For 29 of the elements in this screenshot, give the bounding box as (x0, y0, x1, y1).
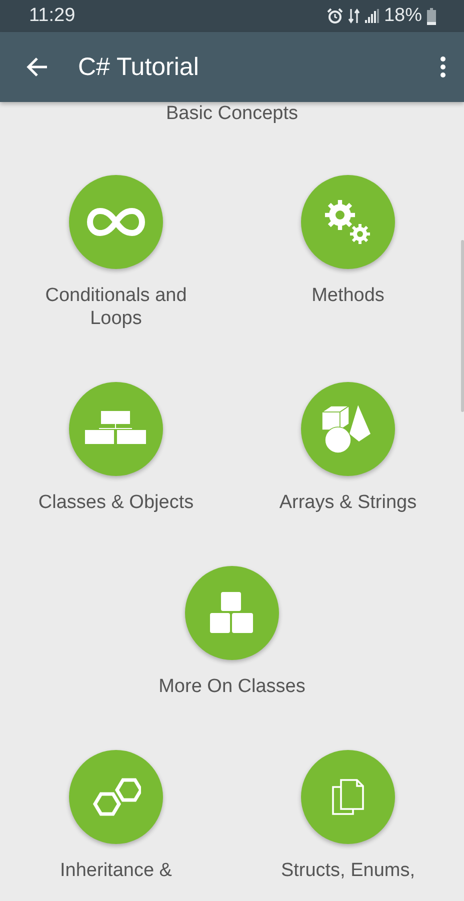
topic-label: Inheritance & (59, 859, 173, 882)
alarm-icon (326, 8, 343, 24)
section-heading: Basic Concepts (164, 103, 299, 125)
topic-label: Classes & Objects (37, 491, 195, 514)
topic-label: Structs, Enums, (280, 859, 416, 882)
topic-button[interactable] (301, 382, 395, 476)
more-options-icon[interactable] (440, 56, 446, 78)
data-transfer-icon (348, 8, 360, 24)
infinity-icon (86, 207, 146, 237)
status-time: 11:29 (29, 5, 76, 27)
topic-label: Arrays & Strings (278, 491, 418, 514)
topic-button[interactable] (69, 175, 163, 269)
topic-button[interactable] (69, 750, 163, 844)
stacked-blocks-icon (210, 592, 254, 634)
topic-label: Methods (310, 284, 386, 307)
app-title: C# Tutorial (78, 52, 200, 82)
hexagons-icon (91, 778, 141, 816)
topic-button[interactable] (301, 175, 395, 269)
topic-button[interactable] (185, 566, 279, 660)
battery-percent: 18% (384, 5, 422, 27)
topic-button[interactable] (69, 382, 163, 476)
topic-label: More On Classes (158, 675, 306, 698)
topic-label: Conditionals and Loops (44, 284, 188, 330)
back-arrow-icon[interactable] (26, 57, 48, 77)
signal-icon (364, 9, 379, 23)
topic-button[interactable] (301, 750, 395, 844)
hierarchy-icon (85, 411, 147, 447)
battery-icon (427, 8, 436, 24)
documents-icon (331, 779, 365, 815)
